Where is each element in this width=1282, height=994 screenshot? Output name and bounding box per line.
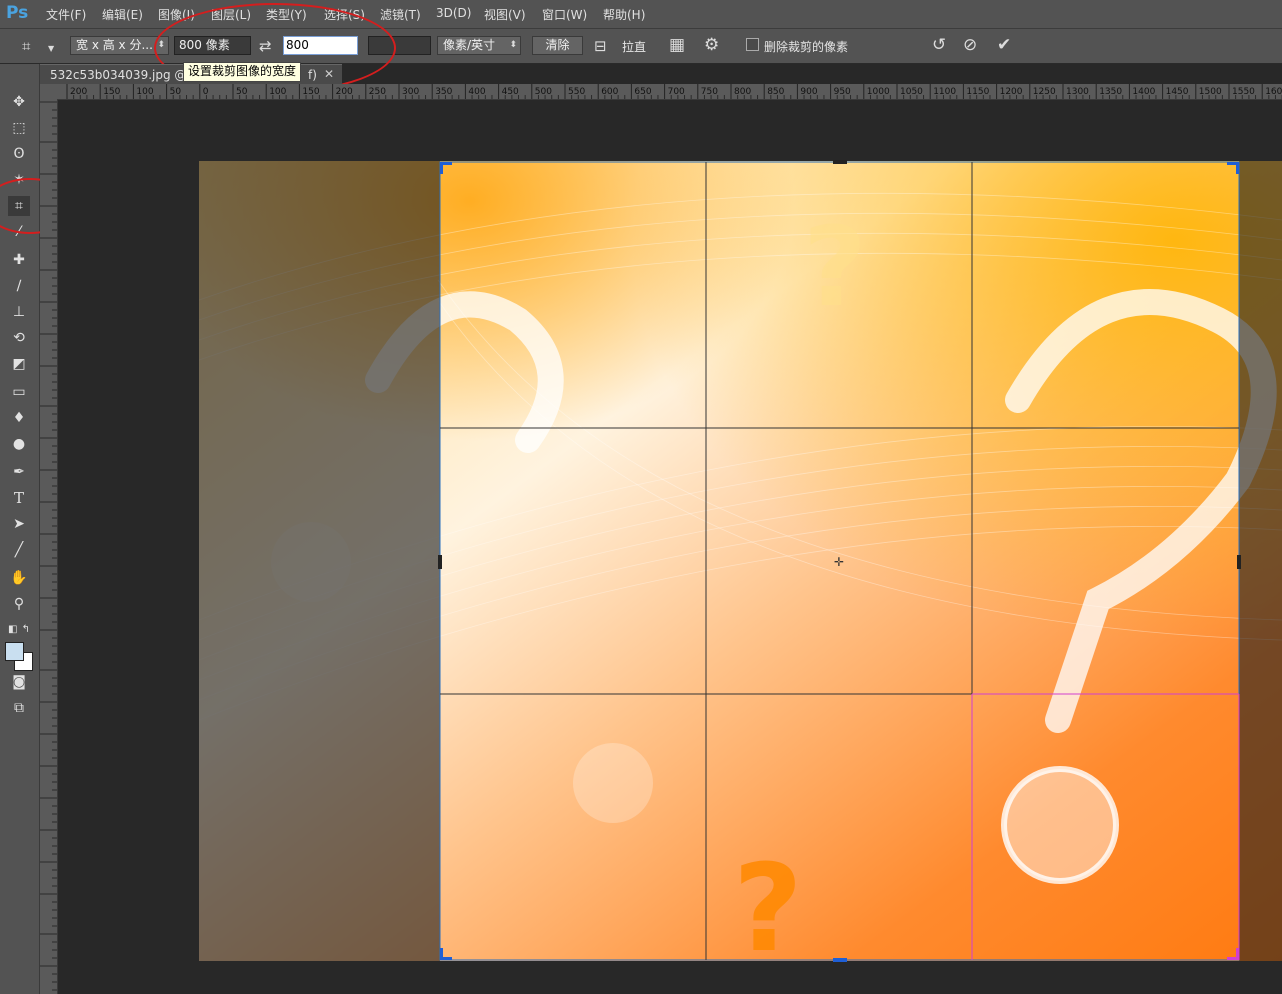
svg-text:?: ?: [803, 203, 867, 331]
chevron-down-icon[interactable]: ▼: [48, 41, 54, 57]
foreground-color-swatch[interactable]: [5, 642, 24, 661]
delete-cropped-label[interactable]: 删除裁剪的像素: [764, 38, 848, 55]
brush-tool-icon[interactable]: ∕: [8, 276, 30, 296]
crop-tool-preset-icon[interactable]: ⌗: [22, 38, 30, 54]
horizontal-ruler-ticks: 200 150 100 50 0 50 100 150 200 250 300 350 400 450 50…: [66, 84, 1282, 99]
zoom-tool-icon[interactable]: ⚲: [8, 594, 30, 614]
ruler-label: 100: [269, 87, 286, 97]
menu-window[interactable]: 窗口(W): [542, 6, 587, 23]
canvas-area[interactable]: ? ? ✛: [58, 100, 1282, 994]
ruler-label: 1400: [1132, 87, 1155, 97]
eraser-tool-icon[interactable]: ◩: [8, 354, 30, 374]
gradient-tool-icon[interactable]: ▭: [8, 382, 30, 402]
ruler-label: 300: [402, 87, 419, 97]
ruler-label: 1350: [1099, 87, 1122, 97]
ruler-label: 450: [502, 87, 519, 97]
vertical-ruler-ticks: [40, 101, 57, 991]
horizontal-ruler: 200 150 100 50 0 50 100 150 200 250 300 350 400 450 50…: [58, 84, 1282, 100]
menu-filter[interactable]: 滤镜(T): [380, 6, 421, 23]
path-selection-tool-icon[interactable]: ➤: [8, 514, 30, 534]
photoshop-logo: Ps: [6, 3, 29, 23]
ruler-label: 50: [170, 87, 182, 97]
type-tool-icon[interactable]: T: [8, 488, 30, 508]
clear-button-label: 清除: [545, 38, 570, 52]
ruler-label: 1250: [1033, 87, 1056, 97]
ruler-label: 900: [800, 87, 817, 97]
document-tab-suffix: f): [308, 68, 317, 82]
pen-tool-icon[interactable]: ✒: [8, 462, 30, 482]
lasso-tool-icon[interactable]: ʘ: [8, 144, 30, 164]
document-canvas[interactable]: ? ? ✛: [58, 100, 1282, 994]
ruler-label: 100: [136, 87, 153, 97]
ruler-label: 950: [834, 87, 851, 97]
crop-shield-right: [1239, 161, 1282, 961]
straighten-label[interactable]: 拉直: [622, 38, 646, 55]
ruler-label: 600: [601, 87, 618, 97]
document-tab-title: 532c53b034039.jpg @ 5: [50, 68, 198, 82]
resolution-unit-value: 像素/英寸: [443, 38, 496, 52]
line-tool-icon[interactable]: ╱: [8, 540, 30, 560]
stepper-icon: ⬍: [509, 40, 517, 50]
svg-text:?: ?: [733, 840, 803, 979]
ruler-label: 1450: [1166, 87, 1189, 97]
cancel-icon[interactable]: ⊘: [963, 37, 977, 54]
ruler-label: 200: [336, 87, 353, 97]
menu-edit[interactable]: 编辑(E): [102, 6, 143, 23]
crop-center-icon: ✛: [834, 555, 844, 569]
vertical-ruler: [40, 99, 58, 994]
ruler-label: 1100: [933, 87, 956, 97]
move-tool-icon[interactable]: ✥: [8, 92, 30, 112]
tooltip: 设置裁剪图像的宽度: [183, 62, 302, 82]
screen-mode-icon[interactable]: ⧉: [8, 698, 30, 718]
delete-cropped-checkbox[interactable]: [746, 38, 759, 51]
grid-overlay-icon[interactable]: ▦: [669, 37, 685, 54]
quick-mask-icon[interactable]: ◙: [8, 672, 30, 692]
ruler-label: 1200: [1000, 87, 1023, 97]
menu-help[interactable]: 帮助(H): [603, 6, 645, 23]
close-icon[interactable]: ✕: [324, 67, 334, 81]
ruler-label: 700: [668, 87, 685, 97]
clear-button[interactable]: 清除: [532, 36, 583, 55]
ruler-label: 500: [535, 87, 552, 97]
blur-tool-icon[interactable]: ♦: [8, 408, 30, 428]
straighten-icon[interactable]: ⊟: [594, 38, 607, 54]
ruler-label: 550: [568, 87, 585, 97]
ruler-label: 1150: [966, 87, 989, 97]
ratio-preset-value: 宽 x 高 x 分...: [76, 38, 153, 52]
ruler-label: 0: [203, 87, 209, 97]
swap-colors-icon[interactable]: ↰: [8, 620, 30, 640]
ruler-label: 650: [634, 87, 651, 97]
ruler-label: 150: [302, 87, 319, 97]
ruler-label: 350: [435, 87, 452, 97]
ruler-label: 400: [468, 87, 485, 97]
dodge-tool-icon[interactable]: ●: [8, 434, 30, 454]
clone-stamp-tool-icon[interactable]: ⊥: [8, 302, 30, 322]
ruler-label: 160: [1265, 87, 1282, 97]
commit-checkmark-icon[interactable]: ✔: [997, 37, 1011, 54]
marquee-tool-icon[interactable]: ⬚: [8, 118, 30, 138]
hand-tool-icon[interactable]: ✋: [8, 568, 30, 588]
history-brush-tool-icon[interactable]: ⟲: [8, 328, 30, 348]
healing-brush-tool-icon[interactable]: ✚: [8, 250, 30, 270]
ruler-label: 250: [369, 87, 386, 97]
ruler-label: 50: [236, 87, 248, 97]
crop-shield-left: [199, 161, 440, 961]
ruler-label: 1500: [1199, 87, 1222, 97]
ruler-label: 1050: [900, 87, 923, 97]
gear-icon[interactable]: ⚙: [704, 37, 719, 54]
ruler-label: 1550: [1232, 87, 1255, 97]
menu-file[interactable]: 文件(F): [46, 6, 86, 23]
reset-icon[interactable]: ↺: [932, 37, 946, 54]
ruler-label: 750: [701, 87, 718, 97]
ruler-corner: [40, 84, 59, 100]
ruler-label: 1000: [867, 87, 890, 97]
ruler-label: 800: [734, 87, 751, 97]
ruler-label: 1300: [1066, 87, 1089, 97]
ruler-label: 150: [103, 87, 120, 97]
menu-view[interactable]: 视图(V): [484, 6, 526, 23]
menu-3d[interactable]: 3D(D): [436, 6, 471, 20]
resolution-unit-dropdown[interactable]: 像素/英寸 ⬍: [437, 36, 521, 55]
ruler-label: 850: [767, 87, 784, 97]
ruler-label: 200: [70, 87, 87, 97]
